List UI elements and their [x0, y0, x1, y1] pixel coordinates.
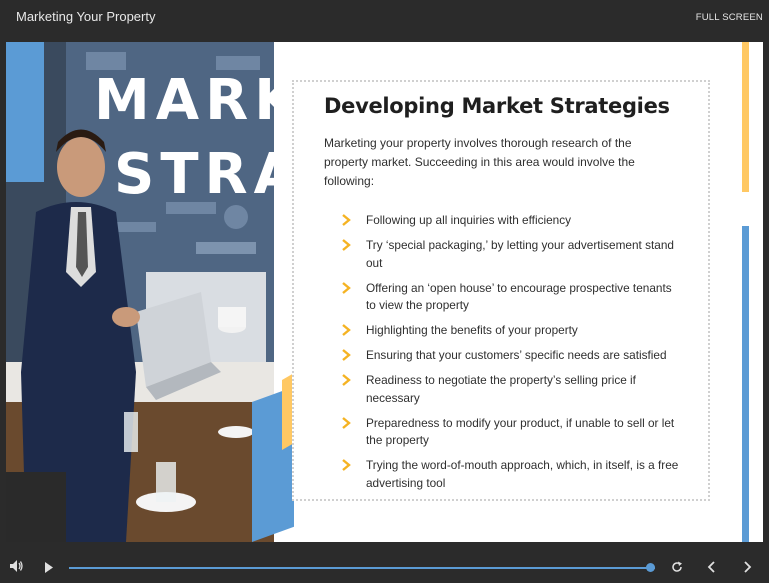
- slide-photo: MARKE STRAT: [6, 42, 274, 542]
- player-controls: [0, 548, 769, 583]
- bullet-text: Highlighting the benefits of your proper…: [366, 323, 578, 337]
- chevron-right-icon: [342, 281, 351, 294]
- list-item: Try ‘special packaging,’ by letting your…: [340, 237, 680, 272]
- chevron-right-icon: [342, 416, 351, 429]
- bullet-text: Readiness to negotiate the property’s se…: [366, 373, 636, 405]
- course-title: Marketing Your Property: [16, 9, 156, 24]
- bullet-text: Preparedness to modify your product, if …: [366, 415, 675, 448]
- volume-icon[interactable]: [10, 560, 24, 572]
- presenter-figure: [6, 129, 254, 542]
- replay-icon[interactable]: [671, 561, 683, 573]
- fullscreen-button[interactable]: FULL SCREEN: [696, 12, 763, 23]
- progress-thumb[interactable]: [646, 563, 655, 572]
- list-item: Highlighting the benefits of your proper…: [340, 322, 680, 340]
- top-bar: Marketing Your Property FULL SCREEN: [0, 0, 769, 42]
- list-item: Ensuring that your customers’ specific n…: [340, 347, 680, 365]
- chevron-right-icon: [342, 349, 351, 361]
- bullet-text: Ensuring that your customers’ specific n…: [366, 348, 667, 362]
- bullet-list: Following up all inquiries with efficien…: [340, 212, 680, 500]
- bullet-text: Try ‘special packaging,’ by letting your…: [366, 238, 674, 270]
- bullet-text: Offering an ‘open house’ to encourage pr…: [366, 280, 672, 313]
- play-icon[interactable]: [44, 562, 54, 573]
- list-item: Preparedness to modify your product, if …: [340, 415, 680, 450]
- slide-heading: Developing Market Strategies: [324, 94, 670, 118]
- slide-intro: Marketing your property involves thoroug…: [324, 136, 635, 188]
- bullet-text: Following up all inquiries with efficien…: [366, 213, 572, 227]
- list-item: Following up all inquiries with efficien…: [340, 212, 680, 230]
- chevron-right-icon: [342, 374, 351, 386]
- list-item: Readiness to negotiate the property’s se…: [340, 372, 680, 407]
- list-item: Trying the word-of-mouth approach, which…: [340, 457, 680, 492]
- slide: MARKE STRAT: [6, 42, 763, 542]
- next-icon[interactable]: [743, 561, 752, 573]
- accent-orange-right: [742, 42, 749, 192]
- progress-track[interactable]: [69, 567, 655, 569]
- content-panel: Developing Market Strategies Marketing y…: [292, 80, 710, 501]
- chevron-right-icon: [342, 214, 351, 226]
- accent-blue-right: [742, 226, 749, 542]
- chevron-right-icon: [342, 239, 351, 251]
- list-item: Offering an ‘open house’ to encourage pr…: [340, 280, 680, 315]
- chevron-right-icon: [342, 324, 351, 336]
- previous-icon[interactable]: [707, 561, 716, 573]
- accent-blue-left: [6, 42, 44, 182]
- bullet-text: Trying the word-of-mouth approach, which…: [366, 458, 679, 490]
- chevron-right-icon: [342, 459, 351, 471]
